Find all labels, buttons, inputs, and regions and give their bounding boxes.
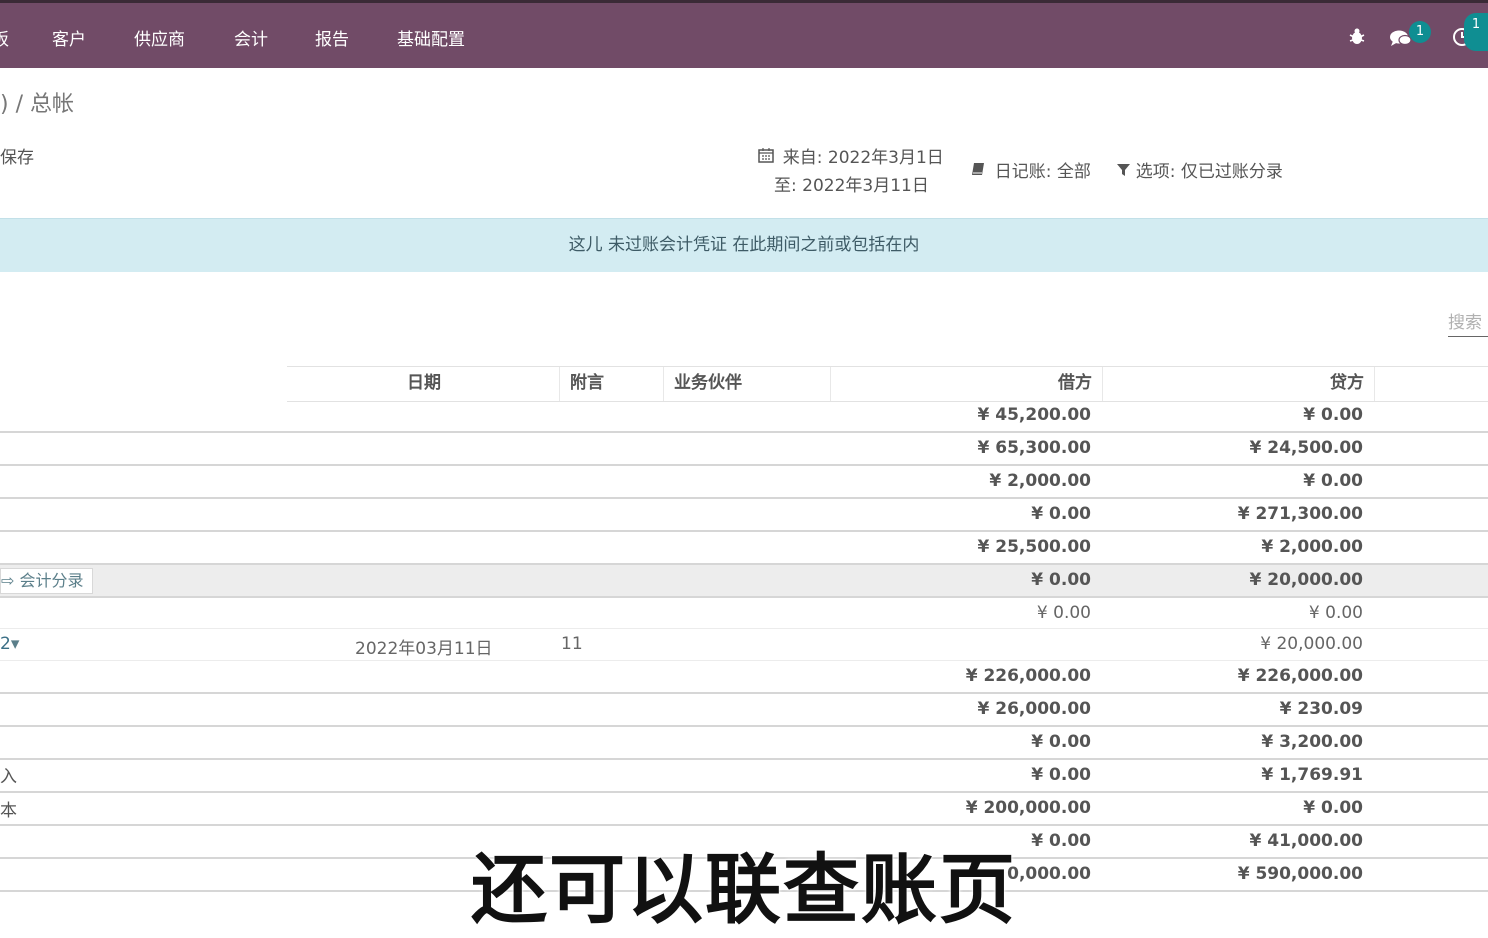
credit-cell: ¥ 230.09 (1279, 699, 1363, 719)
nav-item-dashboard[interactable]: 板 (0, 25, 9, 50)
table-row[interactable]: ¥ 45,200.00 ¥ 0.00 (0, 400, 1488, 433)
debit-cell: ¥ 226,000.00 (965, 666, 1091, 686)
breadcrumb: ) / 总帐 (0, 92, 74, 117)
col-header-date[interactable]: 日期 (287, 367, 560, 401)
col-header-partner[interactable]: 业务伙伴 (664, 367, 831, 401)
credit-cell: ¥ 0.00 (1303, 471, 1363, 491)
credit-cell: ¥ 2,000.00 (1261, 537, 1363, 557)
credit-cell: ¥ 226,000.00 (1237, 666, 1363, 686)
book-icon (970, 163, 991, 181)
nav-item-accounting[interactable]: 会计 (234, 25, 268, 50)
arrow-right-icon: ⇨ (1, 571, 15, 590)
date-from-label: 来自: 2022年3月1日 (782, 148, 944, 168)
table-row[interactable]: ¥ 65,300.00 ¥ 24,500.00 (0, 433, 1488, 466)
search-input[interactable]: 搜索 (1448, 308, 1488, 337)
chat-badge: 1 (1409, 21, 1431, 43)
save-button[interactable]: 保存 (0, 143, 34, 168)
table-row[interactable]: ¥ 26,000.00 ¥ 230.09 (0, 694, 1488, 727)
nav-item-vendors[interactable]: 供应商 (134, 25, 185, 50)
journal-entries-label: 会计分录 (19, 571, 84, 590)
journal-filter[interactable]: 日记账: 全部 (970, 157, 1091, 182)
table-row[interactable]: ¥ 226,000.00 ¥ 226,000.00 (0, 661, 1488, 694)
table-row[interactable]: ¥ 25,500.00 ¥ 2,000.00 (0, 532, 1488, 565)
table-row[interactable]: 入 ¥ 0.00 ¥ 1,769.91 (0, 760, 1488, 793)
debit-cell: ¥ 26,000.00 (977, 699, 1091, 719)
nav-item-customers[interactable]: 客户 (52, 25, 86, 50)
unposted-entries-notice: 这儿 未过账会计凭证 在此期间之前或包括在内 (0, 218, 1488, 272)
col-header-credit[interactable]: 贷方 (1103, 367, 1375, 401)
debit-cell: ¥ 65,300.00 (977, 438, 1091, 458)
credit-cell: ¥ 0.00 (1303, 798, 1363, 818)
filter-funnel-icon (1117, 163, 1135, 181)
calendar-icon (758, 148, 779, 167)
debit-cell: ¥ 200,000.00 (965, 798, 1091, 818)
table-row[interactable]: 本 ¥ 200,000.00 ¥ 0.00 (0, 793, 1488, 826)
credit-cell: ¥ 3,200.00 (1261, 732, 1363, 752)
options-filter[interactable]: 选项: 仅已过账分录 (1117, 157, 1283, 182)
debit-cell: ¥ 45,200.00 (977, 405, 1091, 425)
date-filter[interactable]: 来自: 2022年3月1日 (758, 143, 944, 168)
ref-cell: 11 (561, 634, 583, 654)
debit-cell: ¥ 0.00 (1031, 732, 1091, 752)
col-header-debit[interactable]: 借方 (831, 367, 1103, 401)
table-row-selected[interactable]: ⇨ 会计分录 ¥ 0.00 ¥ 20,000.00 (0, 565, 1488, 598)
credit-cell: ¥ 1,769.91 (1261, 765, 1363, 785)
table-header: 日期 附言 业务伙伴 借方 贷方 (287, 366, 1488, 402)
move-name: 2 (0, 634, 11, 654)
date-to-label[interactable]: 至: 2022年3月11日 (774, 171, 929, 196)
table-row[interactable]: ¥ 2,000.00 ¥ 0.00 (0, 466, 1488, 499)
debit-cell: ¥ 0.00 (1031, 570, 1091, 590)
debit-cell: ¥ 0.00 (1031, 504, 1091, 524)
journal-entries-button[interactable]: ⇨ 会计分录 (0, 568, 93, 594)
debit-cell: ¥ 0.00 (1031, 765, 1091, 785)
journal-filter-label: 日记账: 全部 (994, 162, 1091, 182)
col-header-ref[interactable]: 附言 (560, 367, 664, 401)
bug-icon[interactable] (1347, 27, 1367, 52)
credit-cell: ¥ 20,000.00 (1260, 634, 1363, 654)
table-row[interactable]: ¥ 0.00 ¥ 271,300.00 (0, 499, 1488, 532)
credit-cell: ¥ 271,300.00 (1237, 504, 1363, 524)
table-row[interactable]: ¥ 0.00 ¥ 0.00 (0, 598, 1488, 629)
nav-item-configuration[interactable]: 基础配置 (397, 25, 465, 50)
credit-cell: ¥ 0.00 (1303, 405, 1363, 425)
account-cell: 本 (0, 801, 17, 821)
table-row[interactable]: ¥ 0.00 ¥ 3,200.00 (0, 727, 1488, 760)
credit-cell: ¥ 20,000.00 (1249, 570, 1363, 590)
date-cell: 2022年03月11日 (355, 639, 493, 659)
debit-cell: ¥ 25,500.00 (977, 537, 1091, 557)
activity-badge: 1 (1464, 13, 1488, 51)
caret-down-icon[interactable]: ▾ (11, 634, 20, 654)
video-subtitle: 还可以联查账页 (471, 845, 1017, 934)
nav-item-reporting[interactable]: 报告 (315, 25, 349, 50)
account-cell: 入 (0, 767, 17, 787)
debit-cell: ¥ 2,000.00 (989, 471, 1091, 491)
debit-cell: ¥ 0.00 (1036, 603, 1091, 623)
top-navbar: 板 客户 供应商 会计 报告 基础配置 1 1 (0, 0, 1488, 68)
table-row[interactable]: 2▾ 2022年03月11日 11 ¥ 20,000.00 (0, 629, 1488, 661)
credit-cell: ¥ 0.00 (1308, 603, 1363, 623)
move-link[interactable]: 2▾ (0, 634, 19, 654)
credit-cell: ¥ 24,500.00 (1249, 438, 1363, 458)
options-filter-label: 选项: 仅已过账分录 (1135, 162, 1283, 182)
